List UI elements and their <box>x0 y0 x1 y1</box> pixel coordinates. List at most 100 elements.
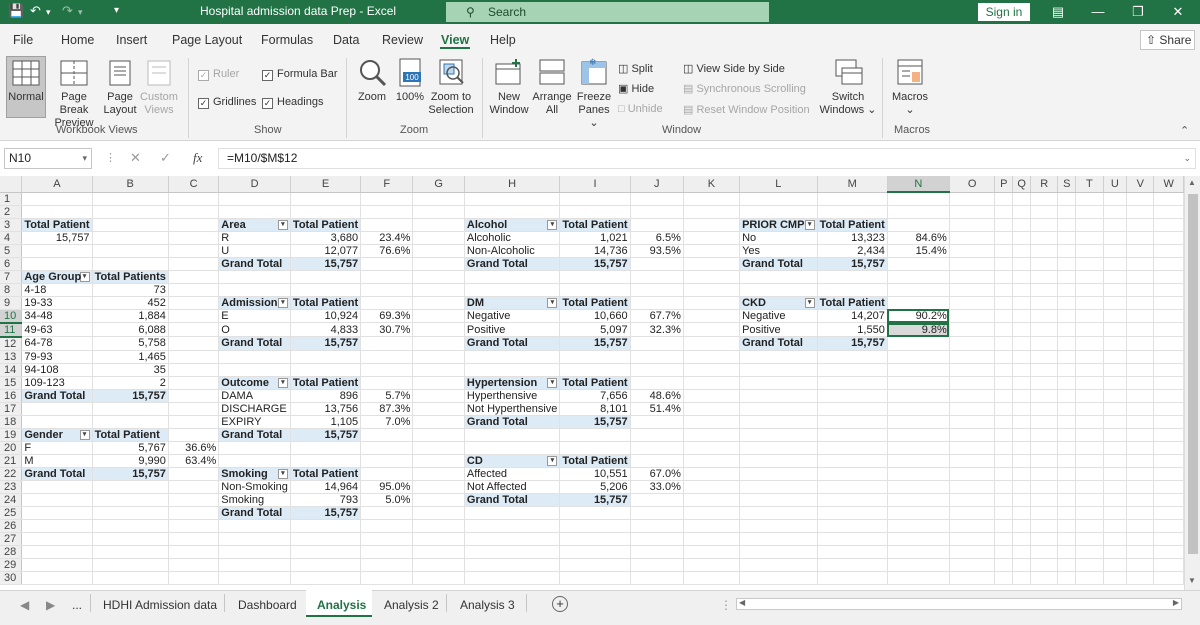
empty-cell[interactable] <box>1153 257 1184 271</box>
cell-a9[interactable]: 19-33 <box>21 296 93 310</box>
cell-a21[interactable]: M <box>21 454 93 468</box>
empty-cell[interactable] <box>559 270 631 284</box>
empty-cell[interactable] <box>1126 467 1155 481</box>
new-window-label[interactable]: New Window <box>488 91 530 117</box>
empty-cell[interactable] <box>1030 336 1059 351</box>
ruler-checkbox[interactable]: ✓ Ruler <box>198 68 239 81</box>
cell-b10[interactable]: 1,884 <box>92 309 169 323</box>
empty-cell[interactable] <box>683 532 741 546</box>
empty-cell[interactable] <box>360 218 414 232</box>
empty-cell[interactable] <box>630 205 684 219</box>
empty-cell[interactable] <box>739 441 818 455</box>
empty-cell[interactable] <box>817 454 888 468</box>
empty-cell[interactable] <box>1057 441 1077 455</box>
empty-cell[interactable] <box>1057 571 1077 585</box>
empty-cell[interactable] <box>630 506 684 520</box>
empty-cell[interactable] <box>1012 296 1032 310</box>
empty-cell[interactable] <box>1012 402 1032 416</box>
cell-b9[interactable]: 452 <box>92 296 169 310</box>
empty-cell[interactable] <box>168 309 220 323</box>
cell-l3[interactable]: ▾ PRIOR CMP <box>739 218 818 232</box>
empty-cell[interactable] <box>290 532 362 546</box>
empty-cell[interactable] <box>1103 205 1128 219</box>
empty-cell[interactable] <box>949 571 996 585</box>
row-header-9[interactable]: 9 <box>0 296 23 310</box>
empty-cell[interactable] <box>1075 480 1104 494</box>
gridlines-checkbox[interactable]: ✓ Gridlines <box>198 96 256 109</box>
empty-cell[interactable] <box>994 192 1014 206</box>
empty-cell[interactable] <box>683 218 741 232</box>
empty-cell[interactable] <box>1153 545 1184 559</box>
empty-cell[interactable] <box>994 532 1014 546</box>
empty-cell[interactable] <box>1057 192 1077 206</box>
empty-cell[interactable] <box>739 480 818 494</box>
cell-n10[interactable]: 90.2% <box>887 309 950 323</box>
empty-cell[interactable] <box>949 376 996 390</box>
empty-cell[interactable] <box>887 270 950 284</box>
empty-cell[interactable] <box>887 205 950 219</box>
empty-cell[interactable] <box>412 296 465 310</box>
empty-cell[interactable] <box>1075 571 1104 585</box>
cell-f23[interactable]: 95.0% <box>360 480 414 494</box>
empty-cell[interactable] <box>683 205 741 219</box>
empty-cell[interactable] <box>1030 545 1059 559</box>
row-header-4[interactable]: 4 <box>0 231 23 245</box>
empty-cell[interactable] <box>412 389 465 403</box>
empty-cell[interactable] <box>739 389 818 403</box>
empty-cell[interactable] <box>412 493 465 507</box>
empty-cell[interactable] <box>949 558 996 572</box>
empty-cell[interactable] <box>1057 493 1077 507</box>
empty-cell[interactable] <box>464 270 561 284</box>
arrange-all-icon[interactable] <box>538 58 566 88</box>
cell-i22[interactable]: 10,551 <box>559 467 631 481</box>
empty-cell[interactable] <box>994 296 1014 310</box>
empty-cell[interactable] <box>1030 493 1059 507</box>
empty-cell[interactable] <box>1126 545 1155 559</box>
scroll-right-icon[interactable]: ▶ <box>1173 598 1179 607</box>
empty-cell[interactable] <box>1153 428 1184 442</box>
empty-cell[interactable] <box>1103 493 1128 507</box>
empty-cell[interactable] <box>683 336 741 351</box>
empty-cell[interactable] <box>168 192 220 206</box>
cell-h23[interactable]: Not Affected <box>464 480 561 494</box>
empty-cell[interactable] <box>1153 283 1184 297</box>
empty-cell[interactable] <box>887 415 950 429</box>
empty-cell[interactable] <box>1075 506 1104 520</box>
sheet-tab-analysis-3[interactable]: Analysis 3 <box>460 598 515 612</box>
zoom-100-icon[interactable]: 100 <box>398 58 424 88</box>
switch-windows-icon[interactable] <box>834 58 864 88</box>
empty-cell[interactable] <box>168 231 220 245</box>
empty-cell[interactable] <box>817 519 888 533</box>
empty-cell[interactable] <box>1012 350 1032 364</box>
empty-cell[interactable] <box>994 309 1014 323</box>
empty-cell[interactable] <box>949 506 996 520</box>
empty-cell[interactable] <box>949 336 996 351</box>
empty-cell[interactable] <box>360 283 414 297</box>
cell-d6[interactable]: Grand Total <box>218 257 291 271</box>
empty-cell[interactable] <box>739 428 818 442</box>
empty-cell[interactable] <box>412 428 465 442</box>
empty-cell[interactable] <box>739 415 818 429</box>
empty-cell[interactable] <box>1153 480 1184 494</box>
empty-cell[interactable] <box>1075 205 1104 219</box>
hide-button[interactable]: ▣ Hide <box>618 82 654 95</box>
empty-cell[interactable] <box>739 376 818 390</box>
cell-l12[interactable]: Grand Total <box>739 336 818 351</box>
empty-cell[interactable] <box>92 192 169 206</box>
empty-cell[interactable] <box>1030 441 1059 455</box>
empty-cell[interactable] <box>1153 467 1184 481</box>
row-header-20[interactable]: 20 <box>0 441 23 455</box>
empty-cell[interactable] <box>412 571 465 585</box>
empty-cell[interactable] <box>1057 322 1077 337</box>
cell-b13[interactable]: 1,465 <box>92 350 169 364</box>
empty-cell[interactable] <box>1075 376 1104 390</box>
empty-cell[interactable] <box>464 192 561 206</box>
empty-cell[interactable] <box>1103 454 1128 468</box>
cell-e19[interactable]: 15,757 <box>290 428 362 442</box>
empty-cell[interactable] <box>1030 480 1059 494</box>
empty-cell[interactable] <box>92 257 169 271</box>
empty-cell[interactable] <box>218 441 291 455</box>
empty-cell[interactable] <box>817 376 888 390</box>
cell-d15[interactable]: ▾ Outcome <box>218 376 291 390</box>
cell-e5[interactable]: 12,077 <box>290 244 362 258</box>
